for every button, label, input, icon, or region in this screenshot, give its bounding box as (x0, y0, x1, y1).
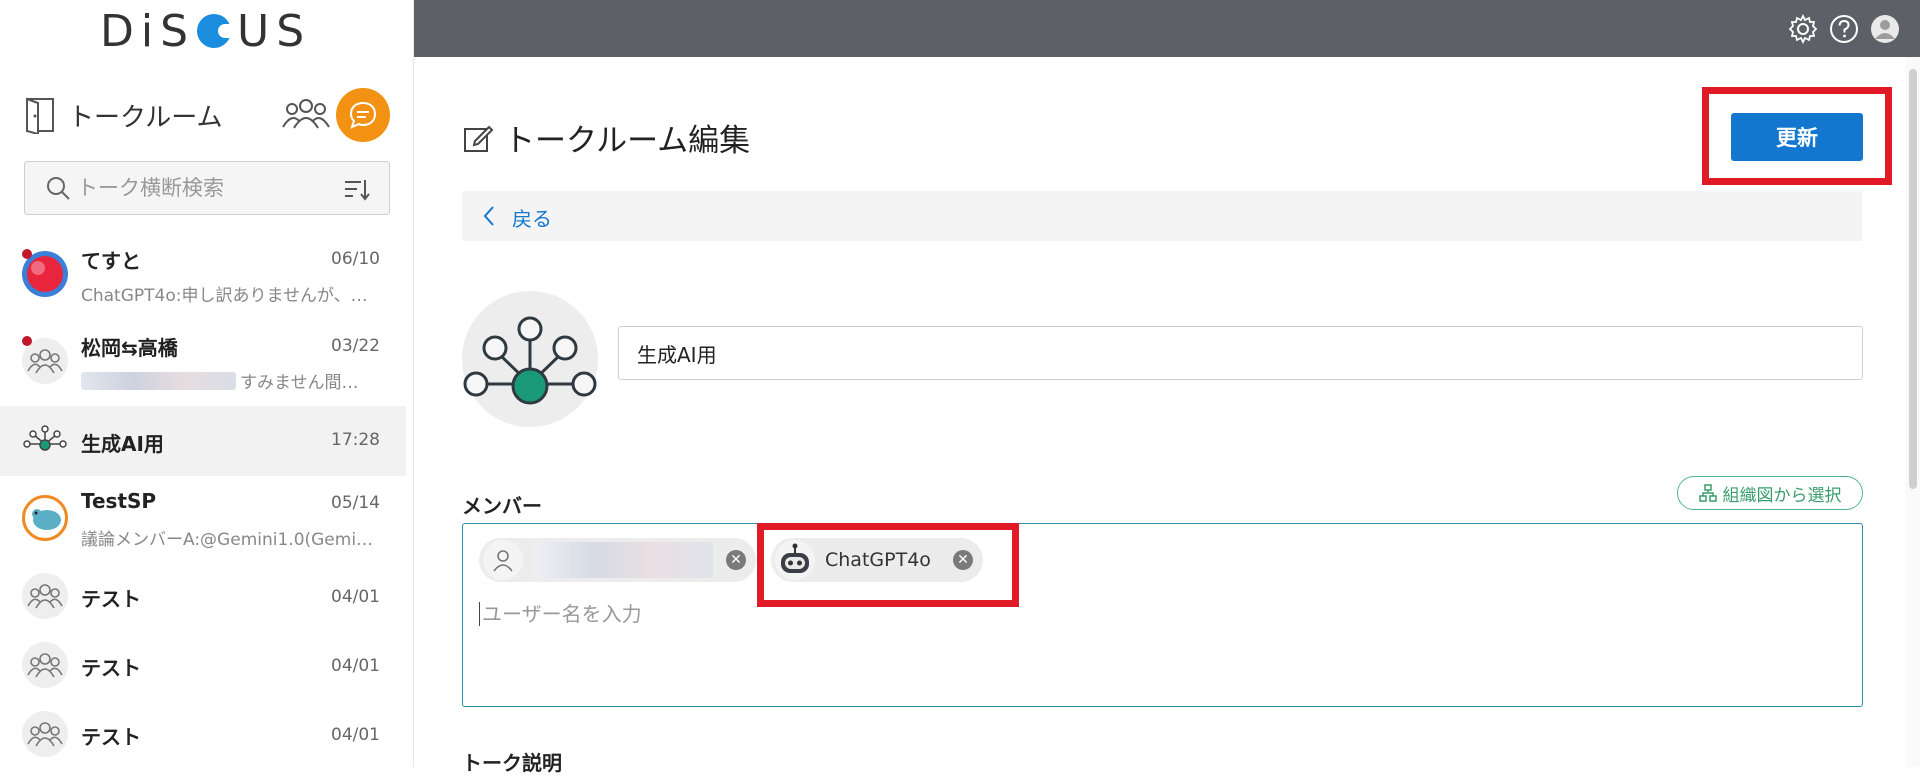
members-icon[interactable] (282, 94, 330, 134)
room-avatar (22, 495, 68, 541)
remove-member-icon[interactable]: ✕ (726, 550, 746, 570)
room-item[interactable]: テスト 04/01 (0, 632, 406, 698)
back-bar: 戻る (462, 191, 1862, 241)
room-preview: 議論メンバーA:@Gemini1.0(Gemi… (81, 530, 374, 550)
door-icon (26, 97, 54, 134)
room-name: てすと (81, 249, 141, 273)
room-name: 生成AI用 (81, 432, 164, 456)
scrollbar[interactable] (1906, 57, 1920, 767)
room-date: 06/10 (331, 249, 380, 269)
group-icon (22, 711, 68, 757)
group-icon (22, 573, 68, 619)
blurred-sender (81, 371, 236, 390)
page-title-text: トークルーム編集 (504, 123, 751, 159)
search-input[interactable] (77, 176, 337, 200)
room-name: テスト (81, 587, 141, 611)
member-chip-user: ✕ (479, 538, 756, 582)
room-avatar-network-icon[interactable] (462, 291, 598, 427)
org-chart-select-label: 組織図から選択 (1722, 485, 1842, 506)
room-preview-text: すみません間… (240, 373, 359, 393)
gear-icon[interactable] (1787, 13, 1819, 45)
room-date: 04/01 (331, 587, 380, 607)
edit-panel: トークルーム編集 更新 戻る メンバー (414, 57, 1906, 775)
person-icon (483, 540, 523, 580)
member-input-box[interactable]: ✕ ChatGPT4o ✕ (462, 523, 1863, 707)
app-logo: Di S US (100, 5, 312, 57)
room-date: 04/01 (331, 725, 380, 745)
edit-icon (464, 125, 494, 152)
back-link[interactable]: 戻る (512, 203, 552, 232)
talk-search (24, 161, 390, 215)
room-list-header: トークルーム (24, 88, 394, 142)
unread-dot (22, 336, 32, 346)
room-item[interactable]: テスト 04/01 (0, 563, 406, 629)
bot-highlight-box (757, 523, 1019, 607)
user-icon[interactable] (1869, 13, 1901, 45)
room-date: 03/22 (331, 336, 380, 356)
room-date: 04/01 (331, 656, 380, 676)
chevron-left-icon (483, 206, 494, 226)
sidebar: Di S US トークルーム トーク横断検索 てすと 06/10 ChatGPT… (0, 0, 414, 767)
room-item[interactable]: 松岡⇆高橋 03/22 すみません間… (0, 328, 406, 394)
group-icon (22, 642, 68, 688)
blurred-member-name (533, 542, 713, 578)
room-date: 05/14 (331, 493, 380, 513)
room-item[interactable]: てすと 06/10 ChatGPT4o:申し訳ありませんが、… (0, 241, 406, 307)
description-label: トーク説明 (462, 751, 562, 775)
page-title: トークルーム編集 (462, 115, 750, 160)
room-name: テスト (81, 725, 141, 749)
room-name: 松岡⇆高橋 (81, 336, 178, 360)
scrollbar-thumb[interactable] (1909, 69, 1917, 489)
unread-dot (22, 249, 32, 259)
org-chart-icon (1698, 484, 1717, 502)
help-icon[interactable] (1828, 13, 1860, 45)
member-label: メンバー (462, 494, 542, 518)
room-name: テスト (81, 656, 141, 680)
sort-icon[interactable] (343, 176, 371, 202)
logo-mark-icon (197, 14, 235, 48)
top-bar (414, 0, 1920, 57)
room-preview: ChatGPT4o:申し訳ありませんが、… (81, 286, 368, 306)
new-talk-button[interactable] (336, 88, 390, 142)
org-chart-select-button[interactable]: 組織図から選択 (1677, 476, 1863, 510)
room-preview: すみません間… (81, 368, 381, 393)
search-icon (47, 177, 70, 200)
room-item[interactable]: テスト 04/01 (0, 701, 406, 767)
room-item-active[interactable]: 生成AI用 17:28 (0, 406, 406, 476)
room-name-field[interactable] (618, 326, 1863, 380)
room-date: 17:28 (331, 430, 380, 450)
network-icon (22, 418, 68, 464)
room-name: TestSP (81, 489, 157, 513)
new-chat-icon (349, 101, 377, 129)
room-list-title: トークルーム (68, 102, 223, 133)
room-item[interactable]: TestSP 05/14 議論メンバーA:@Gemini1.0(Gemi… (0, 485, 406, 551)
update-button[interactable]: 更新 (1731, 113, 1863, 161)
